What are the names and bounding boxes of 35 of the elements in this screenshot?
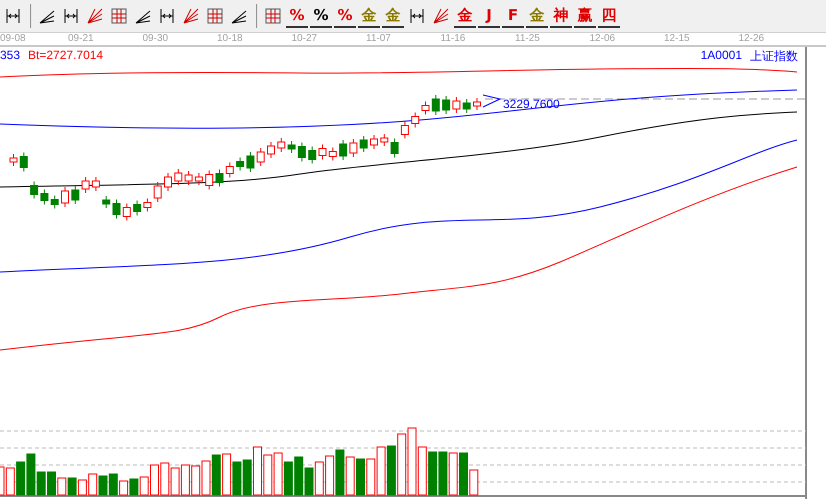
date-label: 11-07: [366, 33, 391, 45]
toolbar-button[interactable]: 神: [550, 4, 572, 28]
toolbar-button[interactable]: 赢: [574, 4, 596, 28]
pointer-line: [482, 94, 502, 108]
indicator-reading: Bt=2727.7014: [28, 48, 104, 62]
toolbar-button[interactable]: 四: [598, 4, 620, 28]
fan-lines-icon: [85, 6, 105, 26]
date-label: 10-27: [292, 33, 318, 45]
toolbar-button[interactable]: F: [502, 4, 524, 28]
grid-icon: [109, 6, 129, 26]
date-label: 09-21: [68, 33, 94, 45]
price-label: 3229.7600: [503, 97, 560, 111]
date-label: 09-08: [0, 33, 26, 45]
fan-lines-icon: [431, 6, 451, 26]
index-name: 上证指数: [750, 48, 798, 65]
date-label: 12-26: [738, 33, 764, 45]
date-label: 12-15: [664, 33, 690, 45]
toolbar-button[interactable]: 金: [382, 4, 404, 28]
date-label: 11-25: [515, 33, 540, 45]
index-code: 1A0001: [700, 48, 742, 64]
toolbar-button[interactable]: 金: [526, 4, 548, 28]
toolbar-button[interactable]: 金: [358, 4, 380, 28]
toolbar-button[interactable]: %: [334, 4, 356, 28]
toolbar-button[interactable]: %: [286, 4, 308, 28]
date-label: 12-06: [590, 33, 616, 45]
indicator-reading: 353: [0, 48, 20, 62]
grid-icon: [263, 6, 283, 26]
fan-lines-icon: [181, 6, 201, 26]
toolbar-button[interactable]: J: [478, 4, 500, 28]
date-label: 10-18: [217, 33, 243, 45]
toolbar-button[interactable]: 金: [454, 4, 476, 28]
date-label: 11-16: [440, 33, 466, 45]
grid-icon: [205, 6, 225, 26]
toolbar-button[interactable]: %: [310, 4, 332, 28]
date-label: 09-30: [142, 33, 168, 45]
